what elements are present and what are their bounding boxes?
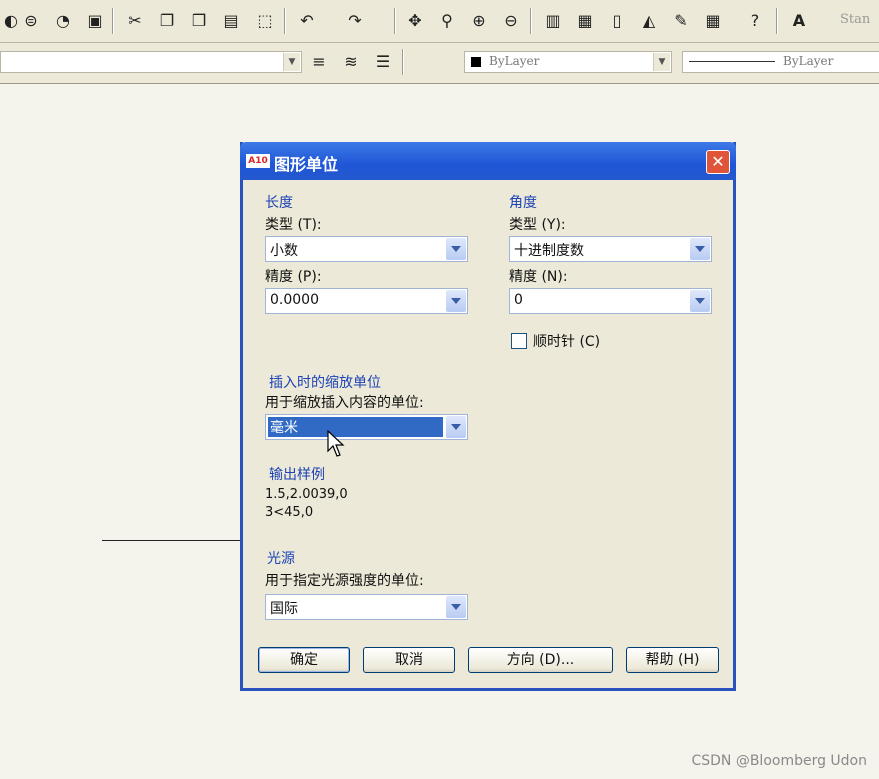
chevron-down-icon[interactable] [690, 238, 710, 260]
sheet-set-icon[interactable]: ◭ [638, 10, 660, 32]
toolbar-divider [284, 8, 286, 34]
tool-palettes-icon[interactable]: ▯ [606, 10, 628, 32]
copy-icon[interactable]: ❐ [156, 10, 178, 32]
calculator-icon[interactable]: ▦ [702, 10, 724, 32]
cancel-button[interactable]: 取消 [363, 647, 455, 673]
layer-control[interactable]: ▼ [0, 51, 302, 73]
length-precision-dropdown[interactable]: 0.0000 [265, 288, 468, 314]
drawing-units-dialog: 长度 类型 (T): 小数 精度 (P): 0.0000 角度 类型 (Y): … [240, 142, 736, 691]
zoom-realtime-icon[interactable]: ⚲ [436, 10, 458, 32]
chevron-down-icon[interactable] [446, 416, 466, 438]
design-center-icon[interactable]: ▦ [574, 10, 596, 32]
zoom-previous-icon[interactable]: ⊖ [500, 10, 522, 32]
chevron-down-icon[interactable] [690, 290, 710, 312]
sample-output-group-title: 输出样例 [269, 467, 325, 483]
angle-type-dropdown[interactable]: 十进制度数 [509, 236, 712, 262]
chevron-down-icon[interactable] [446, 290, 466, 312]
linetype-control-value: ByLayer [783, 54, 834, 68]
block-editor-icon[interactable]: ⬚ [254, 10, 276, 32]
length-type-value: 小数 [270, 243, 298, 259]
clockwise-checkbox[interactable] [511, 333, 527, 349]
undo-icon[interactable]: ↶ [296, 10, 318, 32]
layers-toolbar: ▼ ≡ ≋ ☰ ByLayer ▼ ByLayer [0, 43, 879, 84]
chevron-down-icon[interactable] [446, 238, 466, 260]
length-group-title: 长度 [265, 195, 293, 211]
zoom-window-icon[interactable]: ⊕ [468, 10, 490, 32]
drawing-line [102, 540, 242, 541]
angle-precision-value: 0 [514, 292, 523, 308]
save-icon[interactable]: ⊜ [20, 10, 42, 32]
markup-icon[interactable]: ✎ [670, 10, 692, 32]
standard-toolbar: ◐ ⊜ ◔ ▣ ✂ ❐ ❒ ▤ ⬚ ↶ ↷ ✥ ⚲ ⊕ ⊖ ▥ ▦ ▯ ◭ ✎ … [0, 0, 879, 43]
angle-precision-label: 精度 (N): [509, 269, 568, 285]
toolbar-divider [402, 49, 404, 75]
color-swatch [471, 57, 481, 67]
dialog-titlebar[interactable]: A10 图形单位 ✕ [240, 142, 736, 180]
make-current-layer-icon[interactable]: ≡ [308, 51, 330, 73]
redo-icon[interactable]: ↷ [344, 10, 366, 32]
mouse-pointer-icon [327, 430, 345, 457]
watermark: CSDN @Bloomberg Udon [691, 753, 867, 769]
color-control-value: ByLayer [489, 54, 540, 68]
length-type-dropdown[interactable]: 小数 [265, 236, 468, 262]
direction-button[interactable]: 方向 (D)... [468, 647, 613, 673]
properties-icon[interactable]: ▥ [542, 10, 564, 32]
open-icon[interactable]: ◐ [0, 10, 22, 32]
angle-type-value: 十进制度数 [514, 243, 584, 259]
chevron-down-icon[interactable] [446, 596, 466, 618]
linetype-control[interactable]: ByLayer [682, 51, 879, 73]
clockwise-label[interactable]: 顺时针 (C) [533, 331, 600, 351]
paste-icon[interactable]: ❒ [188, 10, 210, 32]
insertion-scale-group-title: 插入时的缩放单位 [269, 375, 381, 391]
lighting-units-label: 用于指定光源强度的单位: [265, 573, 424, 589]
color-control[interactable]: ByLayer ▼ [464, 51, 672, 73]
lighting-units-value: 国际 [270, 601, 298, 617]
layer-previous-icon[interactable]: ☰ [372, 51, 394, 73]
toolbar-divider [112, 8, 114, 34]
text-style-combo[interactable]: Stan [840, 12, 870, 27]
help-icon[interactable]: ? [744, 10, 766, 32]
length-precision-label: 精度 (P): [265, 269, 322, 285]
insertion-scale-value: 毫米 [268, 417, 443, 437]
lighting-group-title: 光源 [267, 551, 295, 567]
toolbar-divider [394, 8, 396, 34]
cut-icon[interactable]: ✂ [124, 10, 146, 32]
toolbar-divider [530, 8, 532, 34]
linetype-sample [689, 61, 775, 62]
length-precision-value: 0.0000 [270, 292, 319, 308]
dialog-title: 图形单位 [274, 155, 339, 174]
angle-type-label: 类型 (Y): [509, 217, 566, 233]
length-type-label: 类型 (T): [265, 217, 322, 233]
angle-group-title: 角度 [509, 195, 537, 211]
layer-properties-icon[interactable]: ≋ [340, 51, 362, 73]
autocad-app-icon: A10 [246, 154, 270, 168]
text-style-icon[interactable]: A [788, 10, 810, 32]
match-properties-icon[interactable]: ▤ [220, 10, 242, 32]
close-icon[interactable]: ✕ [706, 150, 730, 174]
toolbar-divider [776, 8, 778, 34]
ok-button[interactable]: 确定 [258, 647, 350, 673]
pan-icon[interactable]: ✥ [404, 10, 426, 32]
insertion-scale-label: 用于缩放插入内容的单位: [265, 395, 424, 411]
plot-icon[interactable]: ◔ [52, 10, 74, 32]
lighting-units-dropdown[interactable]: 国际 [265, 594, 468, 620]
sample-output-line1: 1.5,2.0039,0 [265, 487, 348, 502]
publish-icon[interactable]: ▣ [84, 10, 106, 32]
insertion-scale-dropdown[interactable]: 毫米 [265, 414, 468, 440]
sample-output-line2: 3<45,0 [265, 505, 314, 520]
help-button[interactable]: 帮助 (H) [626, 647, 719, 673]
angle-precision-dropdown[interactable]: 0 [509, 288, 712, 314]
